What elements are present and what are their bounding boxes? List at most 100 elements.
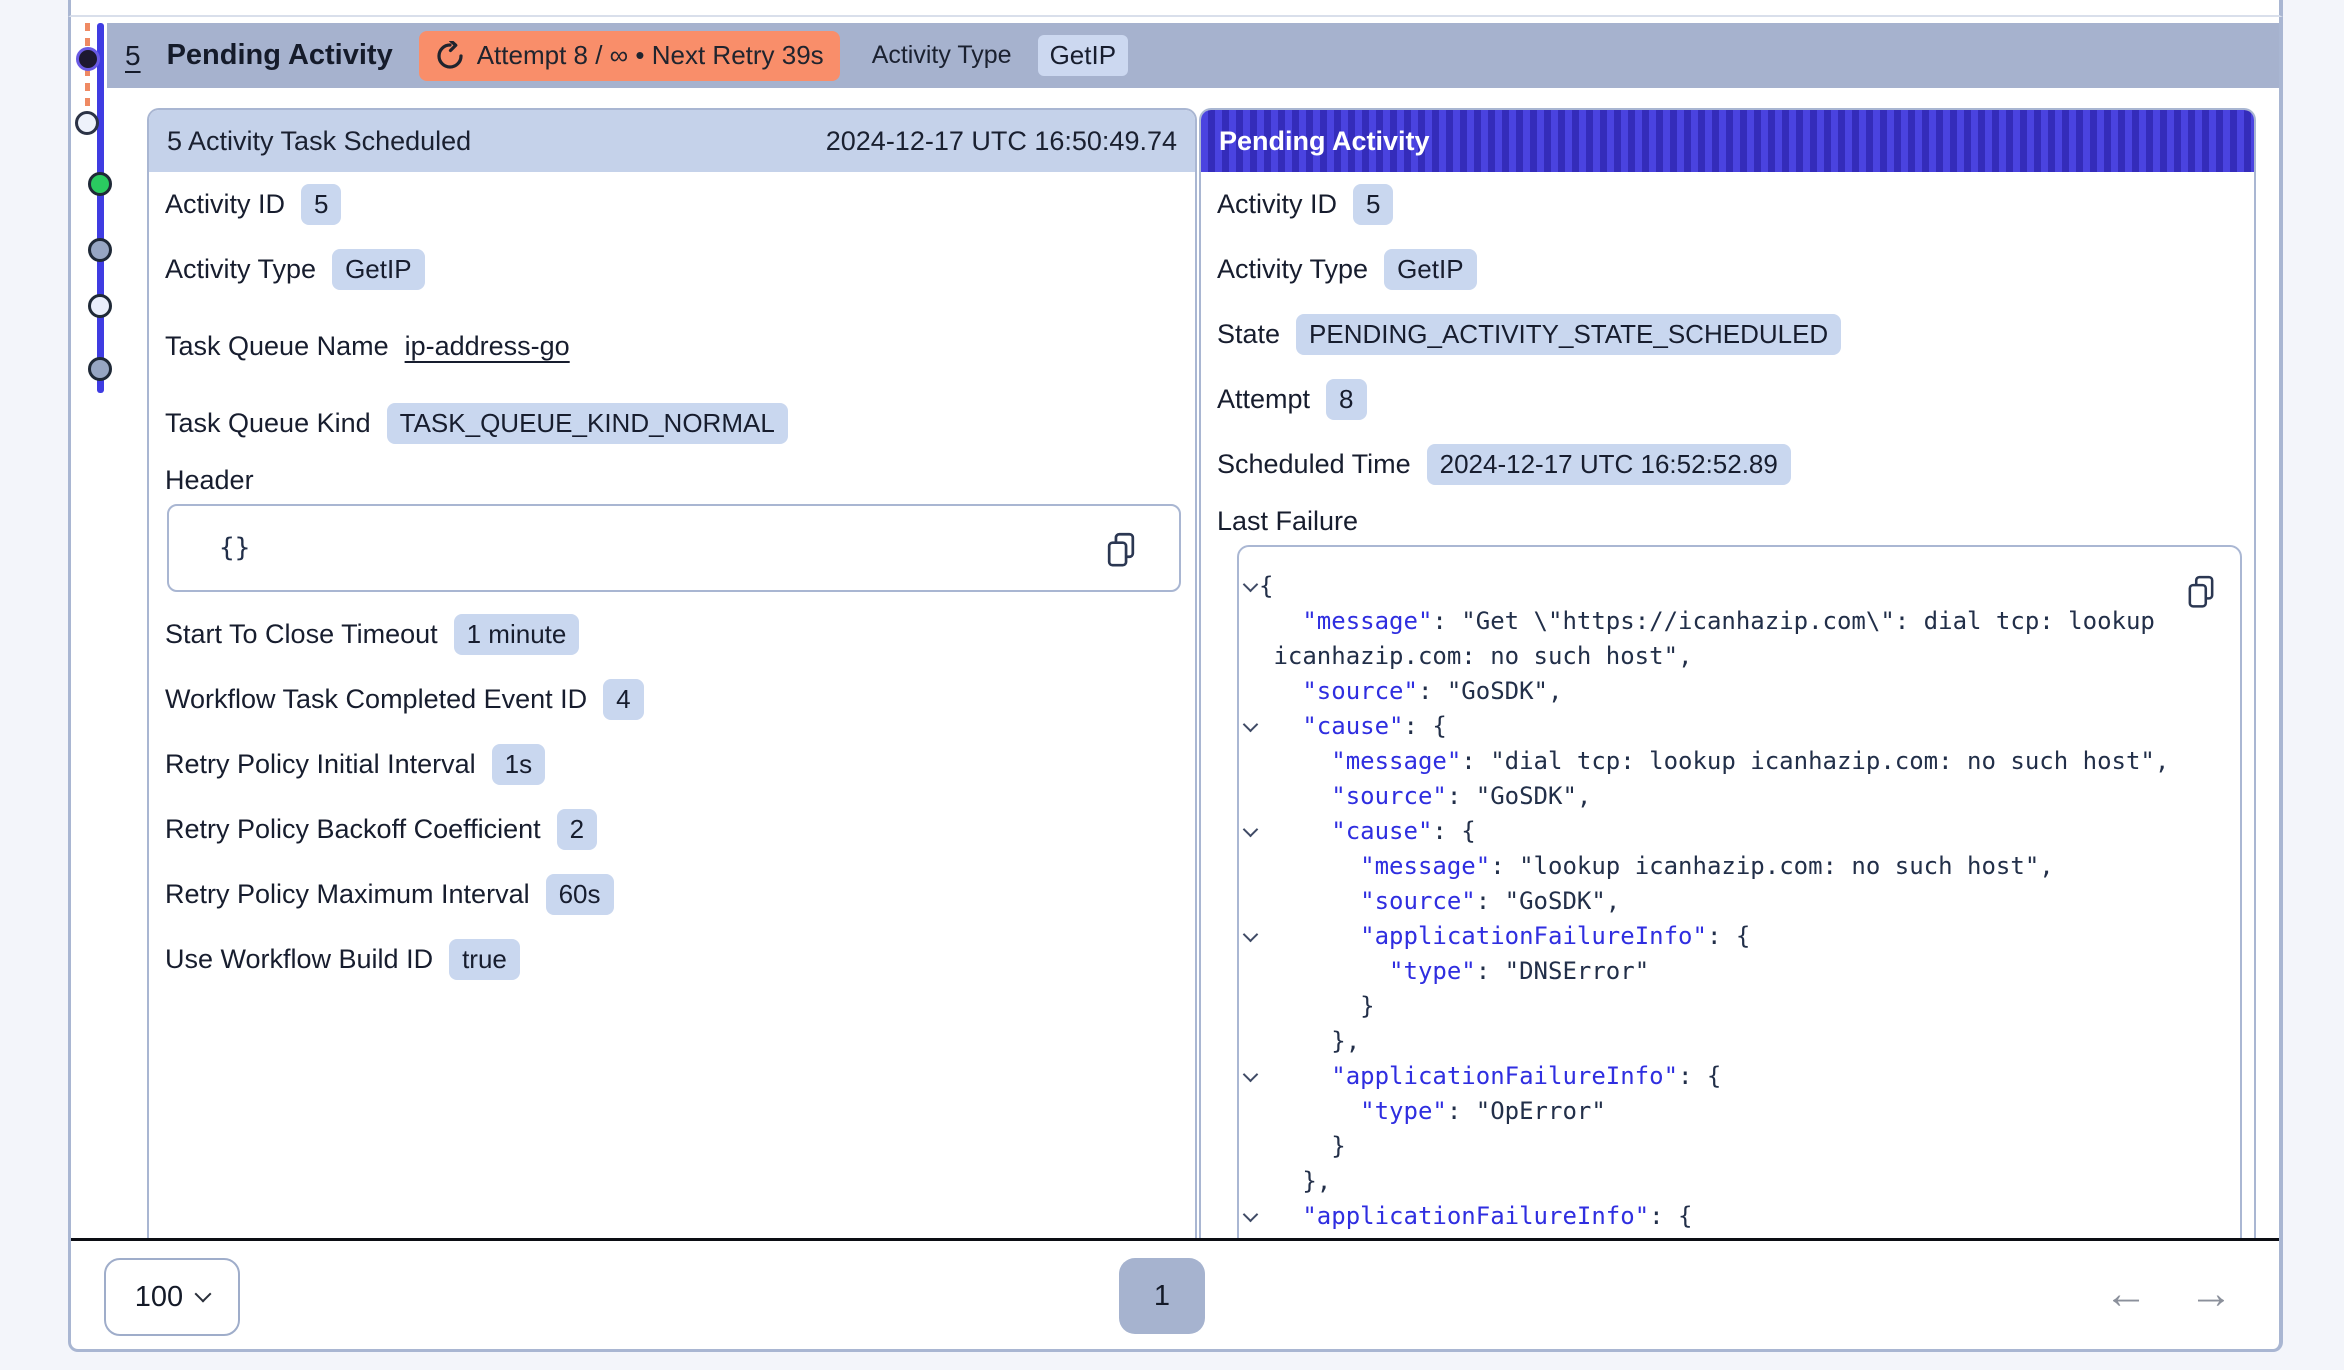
last-failure-code-box[interactable]: { "message": "Get \"https://icanhazip.co… [1237,545,2242,1238]
json-text: : "GoSDK", [1476,887,1621,915]
json-key: "cause" [1331,817,1432,845]
field-label: Start To Close Timeout [165,619,438,650]
page-button[interactable]: 1 [1119,1258,1205,1334]
copy-button[interactable] [1105,532,1137,568]
json-key: "message" [1302,607,1432,635]
divider [71,1238,2279,1241]
collapse-chevron-icon[interactable] [1243,927,1259,943]
collapse-chevron-icon[interactable] [1243,1067,1259,1083]
json-text: } [1259,992,1375,1020]
previous-row-strip [68,0,2283,17]
field-row: Task Queue Nameip-address-go [165,314,1179,379]
json-text: } [1259,1132,1346,1160]
json-text: }, [1259,1027,1360,1055]
retry-badge: Attempt 8 / ∞ • Next Retry 39s [419,31,840,81]
field-value-badge: 1s [492,744,545,785]
field-value-badge: 5 [301,184,341,225]
code-line: } [1239,989,2240,1024]
page-size-select[interactable]: 100 [104,1258,240,1336]
timeline-dot-neutral[interactable] [88,238,112,262]
json-text: : { [1678,1062,1721,1090]
activity-type-badge: GetIP [1038,35,1128,76]
timeline-pending-dashed-line [85,23,90,125]
json-key: "applicationFailureInfo" [1302,1202,1649,1230]
task-queue-link[interactable]: ip-address-go [405,331,570,362]
json-text [1259,747,1331,775]
json-key: "applicationFailureInfo" [1360,922,1707,950]
field-value-badge: GetIP [1384,249,1476,290]
header-section-label: Header [165,456,1179,504]
json-key: "source" [1331,782,1447,810]
copy-button[interactable] [2186,575,2216,609]
json-text [1259,782,1331,810]
timeline-dot-pending[interactable] [76,47,100,71]
code-line: } [1239,1129,2240,1164]
json-key: "source" [1302,677,1418,705]
retry-icon [435,41,465,71]
field-value-badge: 2 [557,809,597,850]
collapse-chevron-icon[interactable] [1243,577,1259,593]
field-label: Workflow Task Completed Event ID [165,684,587,715]
field-label: Activity Type [165,254,316,285]
last-failure-label: Last Failure [1217,497,2238,545]
json-text: : "dial tcp: lookup icanhazip.com: no su… [1461,747,2169,775]
json-text [1259,852,1360,880]
code-line: "source": "GoSDK", [1239,674,2240,709]
collapse-chevron-icon[interactable] [1243,1207,1259,1223]
code-line: "message": "lookup icanhazip.com: no suc… [1239,849,2240,884]
event-card-timestamp: 2024-12-17 UTC 16:50:49.74 [826,126,1177,157]
json-text: icanhazip.com: no such host", [1259,642,1692,670]
field-label: Scheduled Time [1217,449,1411,480]
collapse-chevron-icon[interactable] [1243,717,1259,733]
json-text: : "GoSDK", [1447,782,1592,810]
field-row: Activity TypeGetIP [1217,237,2238,302]
pending-activity-card: Pending Activity Activity ID5Activity Ty… [1199,108,2256,1238]
field-row: Start To Close Timeout 1 minute [165,602,1179,667]
json-text: : { [1432,817,1475,845]
field-value-badge: TASK_QUEUE_KIND_NORMAL [387,403,788,444]
json-text [1259,712,1302,740]
page-size-value: 100 [135,1281,183,1314]
timeline-dot-success[interactable] [88,172,112,196]
json-key: "message" [1331,747,1461,775]
field-row: Activity Type GetIP [165,237,1179,302]
code-line: "cause": { [1239,814,2240,849]
copy-icon [1105,532,1137,568]
field-value-badge: PENDING_ACTIVITY_STATE_SCHEDULED [1296,314,1841,355]
event-id-link[interactable]: 5 [125,40,141,72]
field-value-badge: 8 [1326,379,1366,420]
code-line: "source": "GoSDK", [1239,779,2240,814]
json-text [1259,887,1360,915]
field-row: Workflow Task Completed Event ID4 [165,667,1179,732]
field-row: Retry Policy Maximum Interval60s [165,862,1179,927]
field-label: Retry Policy Initial Interval [165,749,476,780]
json-text [1259,922,1360,950]
json-text [1259,607,1302,635]
code-line: }, [1239,1164,2240,1199]
code-line: "type": "DNSError" [1239,954,2240,989]
event-row-content: 5 Pending Activity Attempt 8 / ∞ • Next … [71,17,2279,1238]
event-title: Pending Activity [167,39,393,72]
json-text [1259,1202,1302,1230]
field-label: Task Queue Kind [165,408,371,439]
next-page-arrow[interactable]: → [2181,1269,2241,1319]
code-line: "applicationFailureInfo": { [1239,1199,2240,1234]
field-value-badge: 1 minute [454,614,580,655]
event-history-container: 5 Pending Activity Attempt 8 / ∞ • Next … [68,17,2283,1352]
collapse-chevron-icon[interactable] [1243,822,1259,838]
field-row: Retry Policy Initial Interval 1s [165,732,1179,797]
json-text: : "lookup icanhazip.com: no such host", [1490,852,2054,880]
json-key: "cause" [1302,712,1403,740]
retry-badge-text: Attempt 8 / ∞ • Next Retry 39s [477,40,824,71]
prev-page-arrow[interactable]: ← [2096,1269,2156,1319]
event-row-header[interactable]: 5 Pending Activity Attempt 8 / ∞ • Next … [107,23,2279,88]
timeline-dot-light[interactable] [88,294,112,318]
json-text: : "GoSDK", [1418,677,1563,705]
field-label: Activity ID [1217,189,1337,220]
timeline-dot-open[interactable] [75,111,99,135]
timeline-dot-neutral[interactable] [88,357,112,381]
code-line: "applicationFailureInfo": { [1239,1059,2240,1094]
json-text: }, [1259,1167,1331,1195]
field-value-badge: GetIP [332,249,424,290]
code-line: "applicationFailureInfo": { [1239,919,2240,954]
